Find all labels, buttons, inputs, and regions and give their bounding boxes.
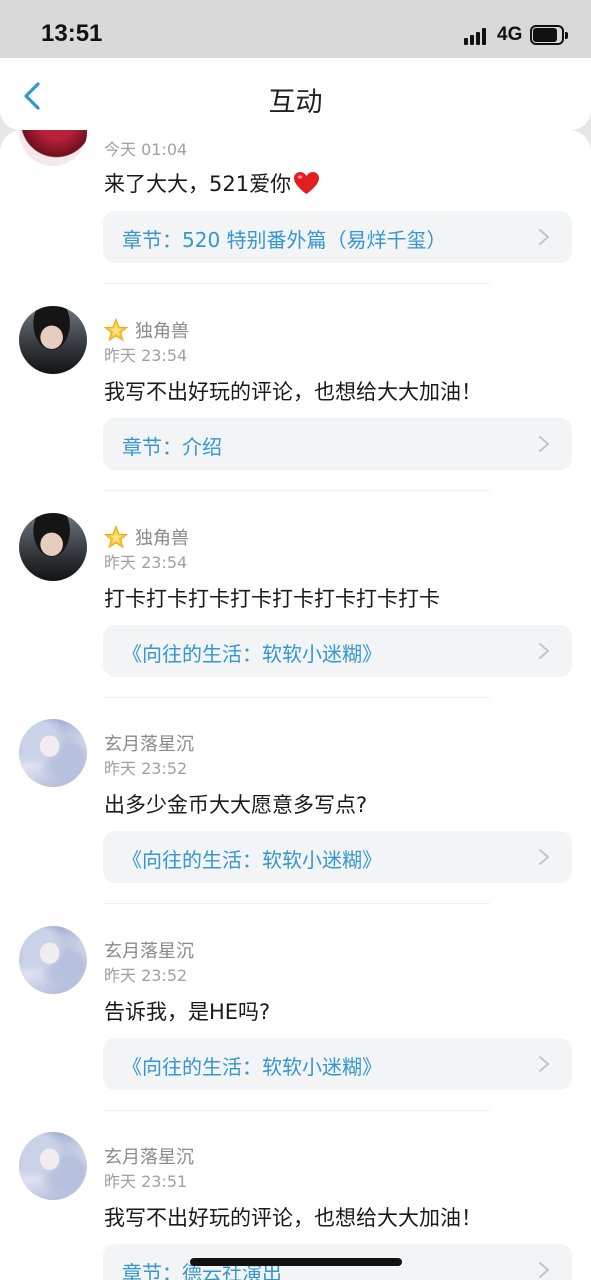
chevron-right-icon (538, 435, 550, 453)
chevron-right-icon (538, 1055, 550, 1073)
status-time: 13:51 (41, 20, 103, 47)
comment-text: 打卡打卡打卡打卡打卡打卡打卡打卡 (104, 587, 440, 611)
star-badge-icon (103, 317, 129, 342)
novel-link[interactable]: 《向往的生活：软软小迷糊》 (103, 1038, 572, 1090)
chevron-right-icon (538, 228, 550, 246)
comment-text: 来了大大，521爱你 (104, 168, 320, 198)
signal-icon (464, 27, 490, 45)
comment-text: 我写不出好玩的评论，也想给大大加油！ (104, 380, 482, 404)
novel-link[interactable]: 《向往的生活：软软小迷糊》 (103, 625, 572, 677)
novel-link-text: 《向往的生活：软软小迷糊》 (122, 642, 382, 666)
chapter-link[interactable]: 章节：520 特别番外篇（易烊千玺） (103, 211, 572, 263)
username[interactable]: 独角兽 (135, 317, 189, 343)
avatar[interactable] (19, 513, 87, 581)
comment-time: 昨天 23:54 (104, 553, 188, 572)
divider (104, 903, 490, 904)
novel-link-text: 《向往的生活：软软小迷糊》 (122, 1055, 382, 1079)
nav-bar: 互动 (0, 58, 591, 130)
divider (104, 283, 490, 284)
comment-time: 昨天 23:52 (104, 966, 188, 985)
comment-text: 出多少金币大大愿意多写点? (104, 793, 368, 817)
avatar[interactable] (19, 926, 87, 994)
chapter-link-text: 章节：介绍 (122, 435, 222, 459)
chevron-right-icon (538, 848, 550, 866)
divider (104, 697, 490, 698)
divider (104, 1110, 490, 1111)
chevron-right-icon (538, 1261, 550, 1279)
chapter-link-text: 章节：520 特别番外篇（易烊千玺） (122, 228, 447, 252)
comment-text: 告诉我，是HE吗? (104, 1000, 271, 1024)
heart-icon (293, 171, 320, 195)
home-indicator[interactable] (190, 1258, 402, 1266)
comment-time: 昨天 23:52 (104, 759, 188, 778)
network-label: 4G (497, 24, 523, 45)
chevron-right-icon (538, 642, 550, 660)
star-badge-icon (103, 524, 129, 549)
comment-text: 我写不出好玩的评论，也想给大大加油！ (104, 1206, 482, 1230)
avatar[interactable] (19, 1132, 87, 1200)
status-bar: 13:51 4G (0, 0, 591, 58)
battery-icon (530, 25, 570, 46)
comment-card: 今天 01:04 来了大大，521爱你 章节：520 特别番外篇（易烊千玺） 独… (0, 130, 591, 1280)
comment-time: 今天 01:04 (104, 140, 188, 159)
comment-time: 昨天 23:51 (104, 1172, 188, 1191)
comment-list[interactable]: 今天 01:04 来了大大，521爱你 章节：520 特别番外篇（易烊千玺） 独… (0, 130, 591, 1280)
chapter-link[interactable]: 章节：介绍 (103, 418, 572, 470)
username[interactable]: 玄月落星沉 (104, 937, 194, 963)
comment-time: 昨天 23:54 (104, 346, 188, 365)
username[interactable]: 独角兽 (135, 524, 189, 550)
novel-link-text: 《向往的生活：软软小迷糊》 (122, 848, 382, 872)
avatar[interactable] (19, 719, 87, 787)
username[interactable]: 玄月落星沉 (104, 730, 194, 756)
avatar[interactable] (19, 306, 87, 374)
page-title: 互动 (268, 87, 323, 118)
novel-link[interactable]: 《向往的生活：软软小迷糊》 (103, 831, 572, 883)
divider (104, 490, 490, 491)
username[interactable]: 玄月落星沉 (104, 1143, 194, 1169)
avatar[interactable] (19, 130, 87, 166)
